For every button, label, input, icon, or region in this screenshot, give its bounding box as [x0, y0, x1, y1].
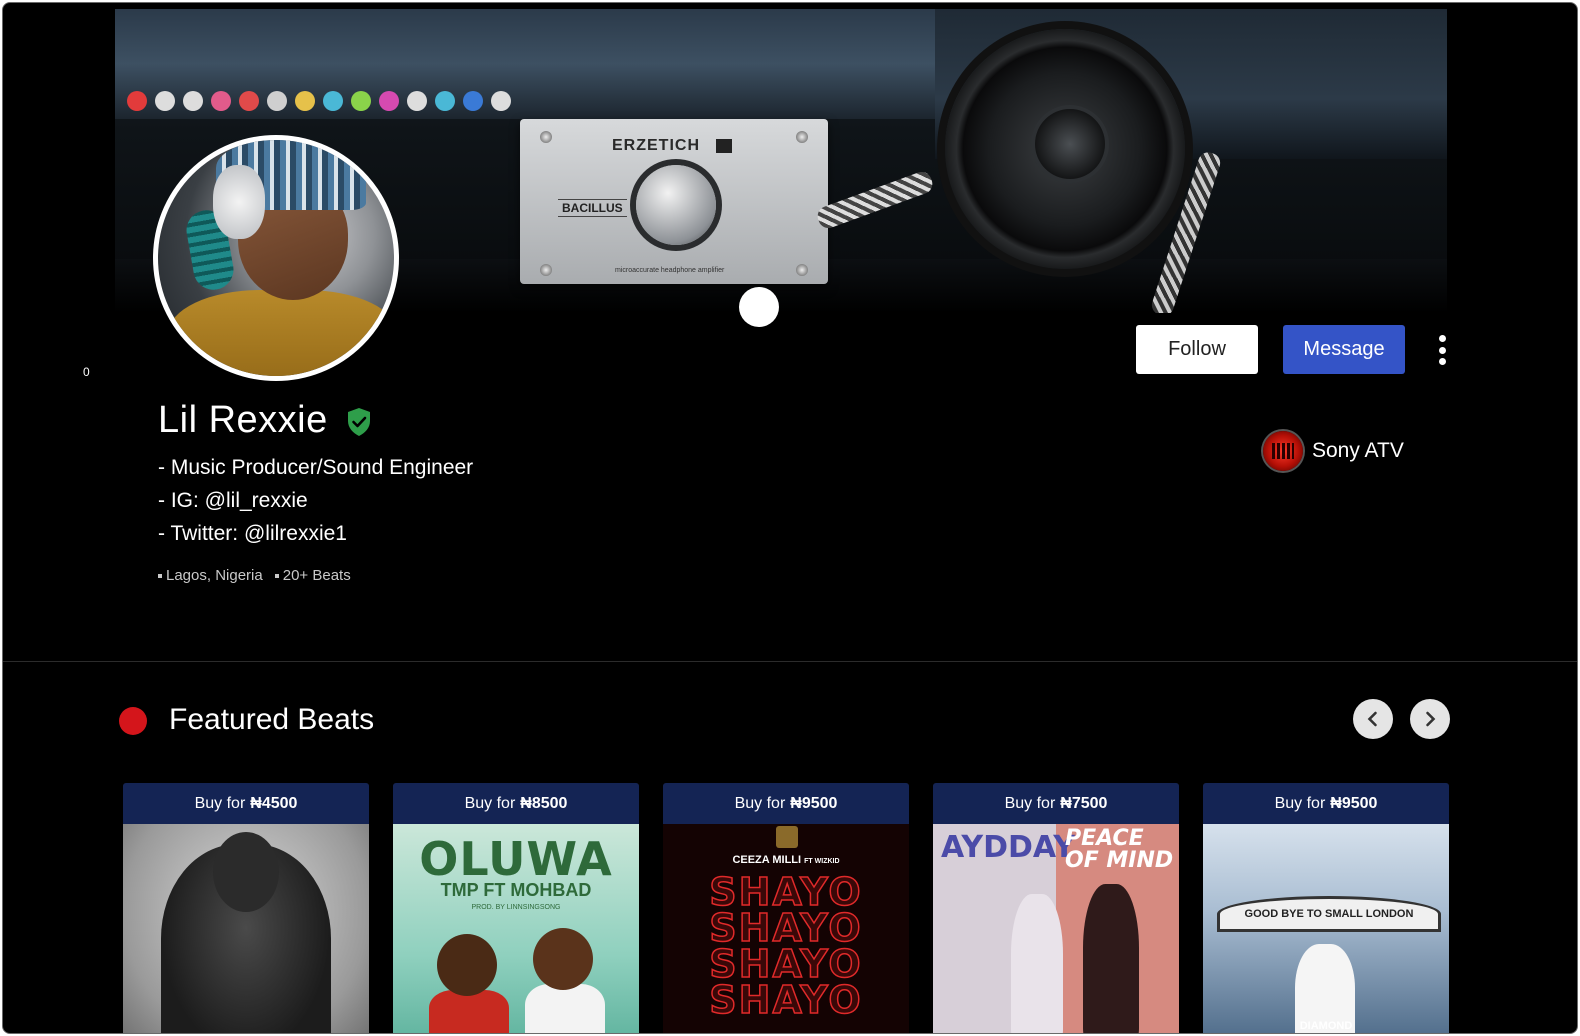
counter-text: 0: [83, 365, 90, 379]
amp-caption: microaccurate headphone amplifier: [615, 267, 725, 274]
profile-bio: - Music Producer/Sound Engineer - IG: @l…: [158, 451, 473, 550]
buy-button[interactable]: Buy for ₦7500: [933, 783, 1179, 824]
price: ₦4500: [250, 794, 298, 812]
buy-button[interactable]: Buy for ₦9500: [1203, 783, 1449, 824]
price: ₦8500: [520, 794, 568, 812]
location-text: Lagos, Nigeria: [158, 567, 263, 584]
beat-card[interactable]: Buy for ₦8500 OLUWA TMP FT MOHBAD PROD. B…: [393, 783, 639, 1033]
beat-card[interactable]: Buy for ₦4500: [123, 783, 369, 1033]
message-button[interactable]: Message: [1283, 325, 1405, 374]
price: ₦9500: [790, 794, 838, 812]
banner-handle[interactable]: [739, 287, 779, 327]
follow-button[interactable]: Follow: [1136, 325, 1258, 374]
beat-cover-art: [123, 824, 369, 1033]
amp-brand: ERZETICH: [612, 137, 700, 154]
section-divider: [3, 661, 1577, 662]
label-logo-icon: [1263, 431, 1303, 471]
bio-line: - Twitter: @lilrexxie1: [158, 522, 347, 545]
beat-cover-art: OLUWA TMP FT MOHBAD PROD. BY LINNSINGSON…: [393, 824, 639, 1033]
beats-carousel: Buy for ₦4500 Buy for ₦8500 OLUWA TMP FT M…: [123, 783, 1449, 1033]
price: ₦9500: [1330, 794, 1378, 812]
bio-line: - IG: @lil_rexxie: [158, 489, 308, 512]
label-name: Sony ATV: [1312, 439, 1404, 462]
buy-button[interactable]: Buy for ₦9500: [663, 783, 909, 824]
verified-badge-icon: [348, 408, 370, 436]
carousel-prev-button[interactable]: [1353, 699, 1393, 739]
live-dot-icon: [119, 707, 147, 735]
beat-cover-art: GOOD BYE TO SMALL LONDON DIAMOND: [1203, 824, 1449, 1033]
chevron-right-icon: [1426, 711, 1436, 727]
buy-button[interactable]: Buy for ₦8500: [393, 783, 639, 824]
app-frame: ERZETICH BACILLUS microaccurate headphon…: [2, 2, 1578, 1034]
beat-card[interactable]: Buy for ₦7500 AYDDAY PEACE OF MIND: [933, 783, 1179, 1033]
beats-count-text: 20+ Beats: [275, 567, 351, 584]
carousel-next-button[interactable]: [1410, 699, 1450, 739]
profile-meta: Lagos, Nigeria 20+ Beats: [158, 567, 351, 584]
amp-brand-logo: [716, 139, 732, 153]
amp-dial: [636, 165, 716, 245]
more-options-icon[interactable]: [1433, 335, 1451, 365]
beat-cover-art: CEEZA MILLI FT WIZKID SHAYO SHAYO SHAYO …: [663, 824, 909, 1033]
record-label[interactable]: Sony ATV: [1263, 431, 1404, 471]
banner-knobs: [127, 91, 511, 111]
profile-avatar[interactable]: [153, 135, 399, 381]
chevron-left-icon: [1367, 711, 1377, 727]
beat-card[interactable]: Buy for ₦9500 GOOD BYE TO SMALL LONDON DI…: [1203, 783, 1449, 1033]
price: ₦7500: [1060, 794, 1108, 812]
beat-card[interactable]: Buy for ₦9500 CEEZA MILLI FT WIZKID SHAYO…: [663, 783, 909, 1033]
amp-image: ERZETICH BACILLUS microaccurate headphon…: [520, 119, 828, 284]
beat-cover-art: AYDDAY PEACE OF MIND: [933, 824, 1179, 1033]
headphones-image: [905, 9, 1265, 313]
buy-button[interactable]: Buy for ₦4500: [123, 783, 369, 824]
featured-title: Featured Beats: [169, 703, 375, 736]
amp-model: BACILLUS: [558, 199, 627, 217]
profile-name: Lil Rexxie: [158, 399, 328, 441]
bio-line: - Music Producer/Sound Engineer: [158, 456, 474, 479]
